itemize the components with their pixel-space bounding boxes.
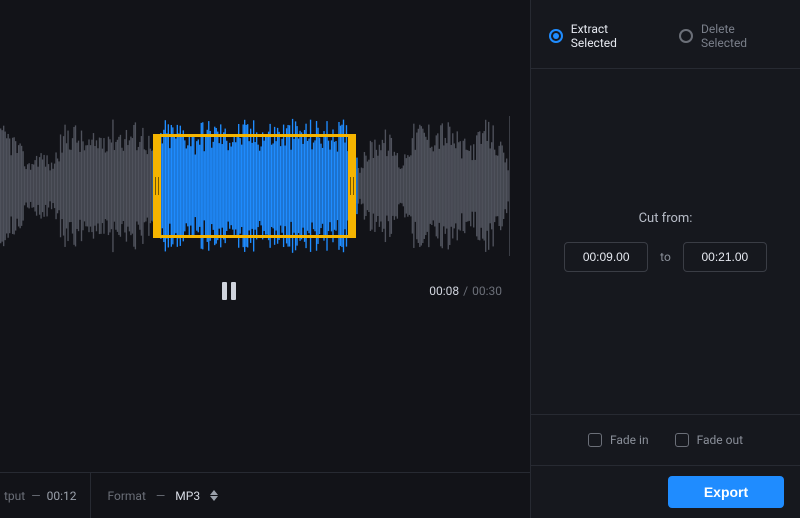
time-current: 00:08: [429, 284, 459, 298]
format-dash: —: [156, 489, 165, 503]
cut-row: to: [564, 242, 767, 272]
time-separator: /: [459, 284, 472, 298]
bottom-bar: tput — 00:12 Format — MP3: [0, 472, 530, 518]
cut-to-label: to: [660, 250, 671, 264]
waveform-track[interactable]: [0, 116, 510, 256]
time-display: 00:08/00:30: [429, 284, 502, 298]
radio-extract-label: Extract Selected: [571, 22, 655, 50]
waveform-area: [0, 96, 530, 276]
selection-border-bottom: [153, 235, 357, 238]
radio-extract-selected[interactable]: Extract Selected: [549, 22, 655, 50]
radio-icon: [549, 29, 563, 43]
cut-to-input[interactable]: [683, 242, 767, 272]
mode-row: Extract Selected Delete Selected: [531, 0, 800, 69]
checkbox-icon: [588, 433, 602, 447]
selection-region[interactable]: [153, 134, 357, 238]
play-pause-button[interactable]: [222, 282, 236, 304]
radio-delete-selected[interactable]: Delete Selected: [679, 22, 782, 50]
radio-icon: [679, 29, 693, 43]
cut-from-input[interactable]: [564, 242, 648, 272]
output-segment: tput — 00:12: [0, 473, 91, 518]
app-root: 00:08/00:30 tput — 00:12 Format — MP3: [0, 0, 800, 518]
selection-border-top: [153, 134, 357, 137]
format-segment[interactable]: Format — MP3: [91, 489, 234, 503]
output-dash: —: [31, 489, 40, 503]
output-duration: 00:12: [47, 489, 77, 503]
format-stepper-icon[interactable]: [210, 490, 218, 501]
format-value: MP3: [175, 489, 200, 503]
cut-block: Cut from: to: [531, 69, 800, 415]
time-total: 00:30: [472, 284, 502, 298]
output-label: tput: [4, 489, 25, 503]
fade-out-label: Fade out: [697, 433, 743, 447]
radio-delete-label: Delete Selected: [701, 22, 782, 50]
export-row: Export: [531, 466, 800, 518]
pause-icon: [222, 282, 236, 300]
editor-panel: 00:08/00:30 tput — 00:12 Format — MP3: [0, 0, 530, 518]
selection-handle-right[interactable]: [348, 134, 356, 238]
side-panel: Extract Selected Delete Selected Cut fro…: [530, 0, 800, 518]
checkbox-fade-out[interactable]: Fade out: [675, 433, 743, 447]
playback-controls: 00:08/00:30: [0, 276, 530, 316]
cut-title: Cut from:: [639, 211, 693, 226]
checkbox-icon: [675, 433, 689, 447]
selection-handle-left[interactable]: [153, 134, 161, 238]
format-label: Format: [107, 489, 145, 503]
export-button[interactable]: Export: [668, 476, 784, 508]
fade-row: Fade in Fade out: [531, 415, 800, 466]
checkbox-fade-in[interactable]: Fade in: [588, 433, 649, 447]
fade-in-label: Fade in: [610, 433, 649, 447]
